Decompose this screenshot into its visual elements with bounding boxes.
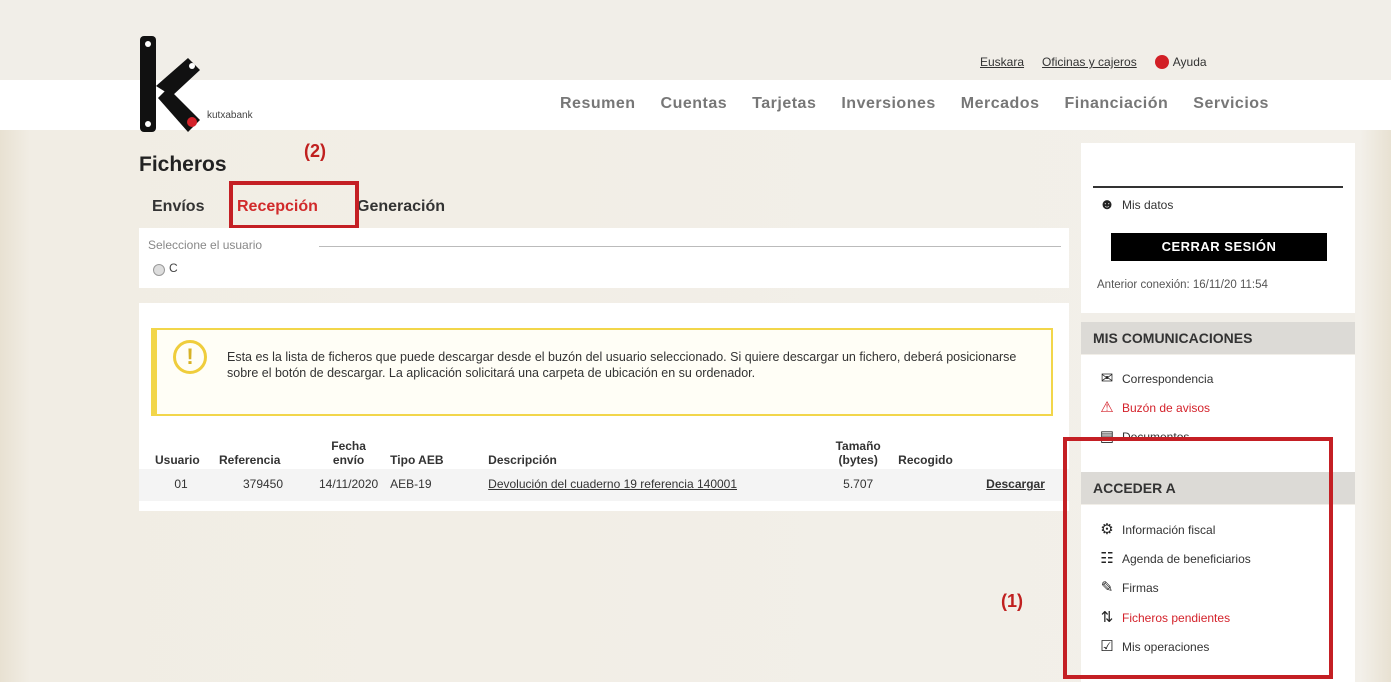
cell-recogido — [892, 467, 980, 501]
cell-accion: Descargar — [980, 467, 1052, 501]
col-fecha: Fecha envío — [331, 439, 366, 467]
files-panel: ! Esta es la lista de ficheros que puede… — [139, 303, 1069, 511]
user-select-legend: Seleccione el usuario — [148, 238, 267, 252]
sidebar-divider — [1093, 186, 1343, 188]
user-radio-label: C — [169, 261, 178, 275]
help-label: Ayuda — [1172, 55, 1207, 69]
nav-item-resumen[interactable]: Resumen — [560, 95, 636, 113]
col-tamano: Tamaño (bytes) — [835, 439, 881, 467]
highlight-box-recepcion — [229, 181, 359, 229]
col-usuario: Usuario — [155, 453, 200, 467]
annotation-1: (1) — [1001, 591, 1023, 611]
nav-item-cuentas[interactable]: Cuentas — [661, 95, 728, 113]
nav-item-inversiones[interactable]: Inversiones — [841, 95, 935, 113]
cell-fecha: 14/11/2020 — [319, 477, 379, 491]
user-icon: ☻ — [1099, 196, 1115, 213]
envelope-icon: ✉ — [1100, 370, 1114, 387]
tab-envios[interactable]: Envíos — [152, 198, 237, 216]
help-link[interactable]: Ayuda — [1154, 55, 1207, 69]
comms-header: MIS COMUNICACIONES — [1081, 322, 1355, 354]
bell-icon: ⚠ — [1100, 399, 1114, 416]
euskara-link[interactable]: Euskara — [980, 55, 1024, 69]
kutxabank-logo[interactable] — [138, 36, 208, 132]
user-select-panel: Seleccione el usuario C — [139, 228, 1069, 288]
page-title: Ficheros — [139, 153, 227, 176]
top-links: Euskara Oficinas y cajeros Ayuda — [980, 55, 1207, 69]
col-referencia: Referencia — [219, 453, 281, 467]
tab-generacion[interactable]: Generación — [357, 198, 445, 216]
col-recogido: Recogido — [898, 453, 953, 467]
warning-icon: ! — [173, 340, 207, 374]
logout-button[interactable]: CERRAR SESIÓN — [1111, 233, 1327, 261]
cell-referencia: 379450 — [242, 477, 284, 491]
offices-link[interactable]: Oficinas y cajeros — [1042, 55, 1137, 69]
highlight-box-acceder — [1063, 437, 1333, 679]
annotation-2: (2) — [304, 141, 326, 161]
sidebar-item-label: Buzón de avisos — [1122, 401, 1211, 415]
nav-item-servicios[interactable]: Servicios — [1193, 95, 1269, 113]
col-descripcion: Descripción — [488, 453, 557, 467]
cell-usuario: 01 — [174, 477, 188, 491]
cell-tipo: AEB-19 — [390, 477, 432, 491]
nav-item-tarjetas[interactable]: Tarjetas — [752, 95, 816, 113]
my-data-label: Mis datos — [1122, 198, 1174, 212]
cell-tamano: 5.707 — [843, 477, 874, 491]
last-connection: Anterior conexión: 16/11/20 11:54 — [1097, 279, 1268, 291]
nav-item-mercados[interactable]: Mercados — [961, 95, 1040, 113]
nav-item-financiacion[interactable]: Financiación — [1064, 95, 1168, 113]
cell-descripcion: Devolución del cuaderno 19 referencia 14… — [482, 467, 824, 501]
table-row: 01 379450 14/11/2020 AEB-19 Devolución d… — [149, 467, 1052, 501]
brand-name: kutxabank — [207, 110, 253, 121]
files-table: Usuario Referencia Fecha envío Tipo AEB … — [149, 431, 1052, 501]
sidebar-item-buzon[interactable]: ⚠ Buzón de avisos — [1098, 400, 1210, 416]
col-accion — [980, 431, 1052, 467]
my-data-link[interactable]: ☻ Mis datos — [1098, 197, 1173, 213]
notice-text: Esta es la lista de ficheros que puede d… — [227, 350, 1017, 380]
user-radio[interactable] — [153, 264, 165, 276]
col-tipo: Tipo AEB — [390, 453, 444, 467]
help-icon — [1154, 55, 1169, 69]
description-link[interactable]: Devolución del cuaderno 19 referencia 14… — [488, 477, 737, 491]
sidebar-item-correspondencia[interactable]: ✉ Correspondencia — [1098, 370, 1214, 387]
legend-divider — [319, 246, 1061, 247]
download-link[interactable]: Descargar — [986, 477, 1045, 491]
info-notice: ! Esta es la lista de ficheros que puede… — [151, 328, 1053, 416]
main-nav: Resumen Cuentas Tarjetas Inversiones Mer… — [560, 95, 1294, 113]
sidebar-item-label: Correspondencia — [1122, 372, 1214, 386]
